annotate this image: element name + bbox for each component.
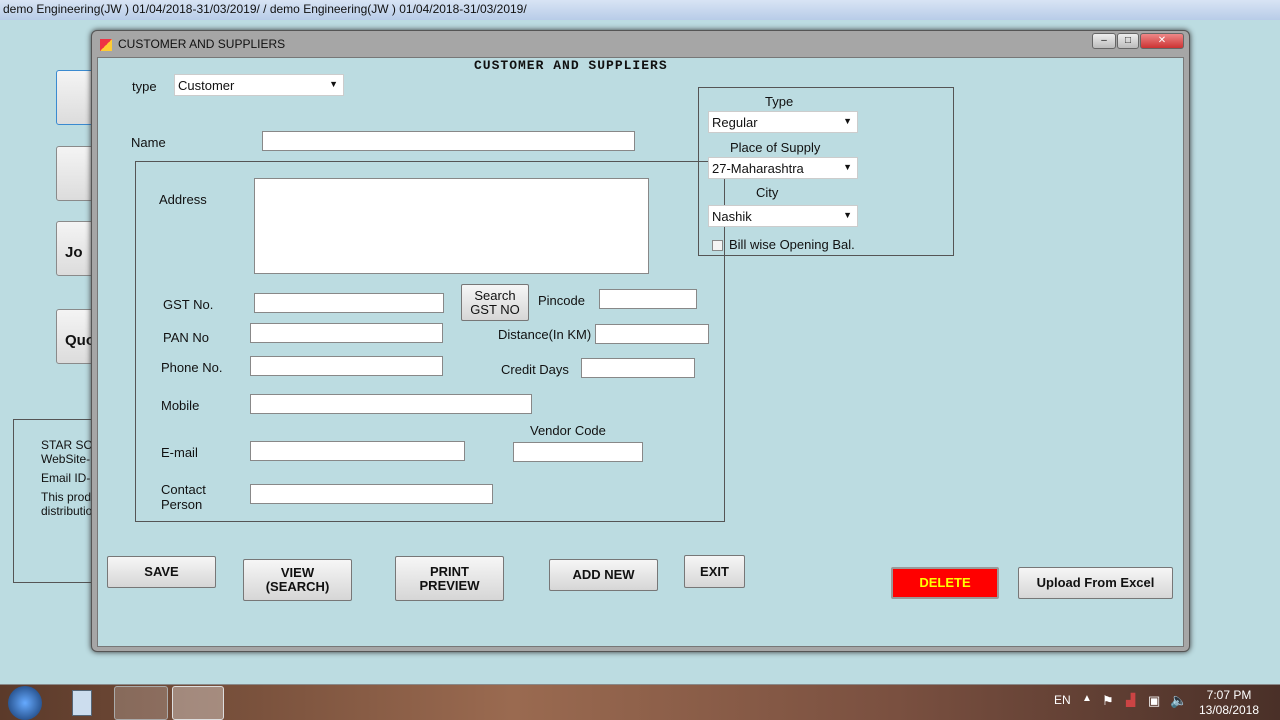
minimize-button[interactable]: – — [1092, 33, 1116, 49]
maximize-button[interactable]: □ — [1117, 33, 1139, 49]
gst-type-select[interactable]: Regular ▼ — [708, 111, 858, 133]
city-value: Nashik — [712, 209, 752, 224]
exit-button[interactable]: EXIT — [684, 555, 745, 588]
save-button[interactable]: SAVE — [107, 556, 216, 588]
taskbar: EN ▲ ⚑ ▟ ▣ 🔈 7:07 PM 13/08/2018 — [0, 684, 1280, 720]
city-select[interactable]: Nashik ▼ — [708, 205, 858, 227]
form-heading: CUSTOMER AND SUPPLIERS — [474, 58, 668, 73]
close-button[interactable]: ✕ — [1140, 33, 1184, 49]
email-label: E-mail — [161, 445, 198, 460]
vendor-code-input[interactable] — [513, 442, 643, 462]
place-of-supply-value: 27-Maharashtra — [712, 161, 804, 176]
show-hidden-icons[interactable]: ▲ — [1082, 693, 1092, 704]
pincode-label: Pincode — [538, 293, 585, 308]
gst-label: GST No. — [163, 297, 214, 312]
star-app-icon[interactable] — [172, 686, 224, 720]
address-textarea[interactable] — [254, 178, 649, 274]
clock[interactable]: 7:07 PM 13/08/2018 — [1198, 688, 1260, 718]
side-type-label: Type — [765, 94, 794, 109]
type-select[interactable]: Customer ▼ — [174, 74, 344, 96]
pincode-input[interactable] — [599, 289, 697, 309]
window-client: CUSTOMER AND SUPPLIERS type Customer ▼ Na… — [97, 57, 1184, 647]
credit-days-label: Credit Days — [501, 362, 569, 377]
network-icon[interactable]: ▟ — [1126, 693, 1135, 707]
power-icon[interactable]: ▣ — [1148, 693, 1160, 709]
window-app-icon — [100, 39, 112, 51]
distance-label: Distance(In KM) — [498, 327, 592, 342]
place-of-supply-label: Place of Supply — [730, 140, 821, 155]
billwise-checkbox[interactable] — [712, 240, 723, 251]
billwise-label: Bill wise Opening Bal. — [729, 237, 855, 252]
clock-date: 13/08/2018 — [1198, 703, 1260, 717]
language-indicator[interactable]: EN — [1054, 693, 1071, 707]
chevron-down-icon: ▼ — [329, 79, 338, 89]
start-button[interactable] — [8, 686, 42, 720]
add-new-button[interactable]: ADD NEW — [549, 559, 658, 591]
taskbar-app-icon[interactable] — [114, 686, 168, 720]
volume-icon[interactable]: 🔈 — [1170, 692, 1187, 709]
print-preview-button[interactable]: PRINT PREVIEW — [395, 556, 504, 601]
mobile-label: Mobile — [161, 398, 200, 413]
chevron-down-icon: ▼ — [843, 162, 852, 172]
clock-time: 7:07 PM — [1206, 688, 1252, 702]
delete-button[interactable]: DELETE — [891, 567, 999, 599]
name-label: Name — [131, 135, 166, 150]
gst-type-value: Regular — [712, 115, 758, 130]
upload-from-excel-button[interactable]: Upload From Excel — [1018, 567, 1173, 599]
phone-input[interactable] — [250, 356, 443, 376]
pan-label: PAN No — [163, 330, 209, 345]
app-title-bar: demo Engineering(JW ) 01/04/2018-31/03/2… — [0, 0, 1280, 20]
email-input[interactable] — [250, 441, 465, 461]
place-of-supply-select[interactable]: 27-Maharashtra ▼ — [708, 157, 858, 179]
contact-person-label: Contact Person — [161, 482, 206, 512]
pan-input[interactable] — [250, 323, 443, 343]
address-label: Address — [159, 192, 207, 207]
name-input[interactable] — [262, 131, 635, 151]
chevron-down-icon: ▼ — [843, 116, 852, 126]
credit-days-input[interactable] — [581, 358, 695, 378]
contact-person-input[interactable] — [250, 484, 493, 504]
type-label: type — [132, 79, 157, 94]
action-center-flag-icon[interactable]: ⚑ — [1102, 693, 1114, 709]
type-value: Customer — [178, 78, 235, 93]
search-gst-button[interactable]: Search GST NO — [461, 284, 529, 321]
phone-label: Phone No. — [161, 360, 223, 375]
calculator-icon[interactable] — [72, 690, 92, 716]
gst-input[interactable] — [254, 293, 444, 313]
view-search-button[interactable]: VIEW (SEARCH) — [243, 559, 352, 601]
chevron-down-icon: ▼ — [843, 210, 852, 220]
city-label: City — [756, 185, 779, 200]
customer-suppliers-window: CUSTOMER AND SUPPLIERS – □ ✕ CUSTOMER AN… — [91, 30, 1190, 652]
distance-input[interactable] — [595, 324, 709, 344]
mobile-input[interactable] — [250, 394, 532, 414]
vendor-code-label: Vendor Code — [530, 423, 606, 438]
window-title: CUSTOMER AND SUPPLIERS — [118, 37, 286, 51]
